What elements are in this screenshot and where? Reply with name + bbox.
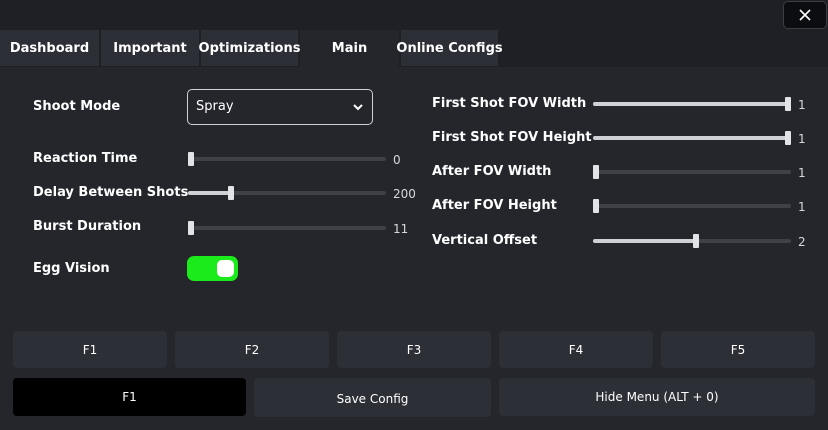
tab-online-configs[interactable]: Online Configs [396, 30, 503, 66]
reaction-time-label: Reaction Time [33, 151, 138, 166]
reaction-time-slider[interactable] [188, 152, 386, 166]
delay-between-shots-slider[interactable] [188, 186, 386, 200]
first-shot-fov-width-value: 1 [798, 98, 806, 112]
close-button[interactable] [783, 1, 827, 29]
slider-thumb[interactable] [188, 152, 194, 166]
first-shot-fov-height-slider[interactable] [593, 131, 791, 145]
after-fov-height-slider[interactable] [593, 199, 791, 213]
slider-fill [593, 239, 696, 243]
tab-bar: Dashboard Important Optimizations Main O… [0, 30, 828, 67]
slider-thumb[interactable] [785, 131, 791, 145]
vertical-offset-slider[interactable] [593, 234, 791, 248]
egg-vision-label: Egg Vision [33, 261, 110, 276]
vertical-offset-value: 2 [798, 235, 806, 249]
after-fov-height-value: 1 [798, 200, 806, 214]
shoot-mode-value: Spray [196, 99, 234, 114]
slider-thumb[interactable] [228, 186, 235, 200]
slider-thumb[interactable] [188, 221, 194, 235]
reaction-time-value: 0 [393, 153, 401, 167]
save-config-button[interactable]: Save Config [254, 378, 491, 417]
slider-thumb[interactable] [785, 97, 791, 111]
slider-thumb[interactable] [593, 199, 599, 213]
after-fov-width-label: After FOV Width [432, 164, 552, 179]
slider-thumb[interactable] [692, 234, 699, 248]
title-bar: ´ [0, 0, 828, 30]
tab-dashboard[interactable]: Dashboard [0, 30, 99, 66]
chevron-down-icon [353, 104, 363, 111]
tab-important[interactable]: Important [101, 30, 199, 66]
slider-thumb[interactable] [593, 165, 599, 179]
config-slot-f2[interactable]: F2 [175, 331, 329, 368]
vertical-offset-label: Vertical Offset [432, 233, 538, 248]
first-shot-fov-width-slider[interactable] [593, 97, 791, 111]
app-window: ´ Dashboard Important Optimizations Main… [0, 0, 828, 430]
slider-fill [188, 191, 232, 195]
delay-between-shots-label: Delay Between Shots [33, 185, 189, 200]
first-shot-fov-width-label: First Shot FOV Width [432, 96, 587, 111]
slider-fill [593, 102, 788, 106]
config-slot-f4[interactable]: F4 [499, 331, 653, 368]
corner-glyph: ´ [1, 0, 7, 8]
config-slot-f3[interactable]: F3 [337, 331, 491, 368]
after-fov-height-label: After FOV Height [432, 198, 557, 213]
config-slot-f5[interactable]: F5 [661, 331, 815, 368]
hide-menu-button[interactable]: Hide Menu (ALT + 0) [499, 378, 815, 416]
slider-fill [593, 136, 788, 140]
after-fov-width-value: 1 [798, 166, 806, 180]
selected-config-button[interactable]: F1 [13, 378, 246, 416]
first-shot-fov-height-label: First Shot FOV Height [432, 130, 592, 145]
burst-duration-value: 11 [393, 222, 409, 236]
burst-duration-slider[interactable] [188, 221, 386, 235]
after-fov-width-slider[interactable] [593, 165, 791, 179]
burst-duration-label: Burst Duration [33, 219, 142, 234]
config-slot-f1[interactable]: F1 [13, 331, 167, 368]
close-icon [799, 9, 811, 21]
first-shot-fov-height-value: 1 [798, 132, 806, 146]
shoot-mode-select[interactable]: Spray [187, 89, 373, 125]
delay-between-shots-value: 200 [393, 187, 416, 201]
tab-optimizations[interactable]: Optimizations [199, 30, 300, 66]
toggle-knob [217, 260, 234, 277]
egg-vision-toggle[interactable] [187, 256, 238, 281]
shoot-mode-label: Shoot Mode [33, 99, 121, 114]
tab-main[interactable]: Main [300, 30, 399, 67]
